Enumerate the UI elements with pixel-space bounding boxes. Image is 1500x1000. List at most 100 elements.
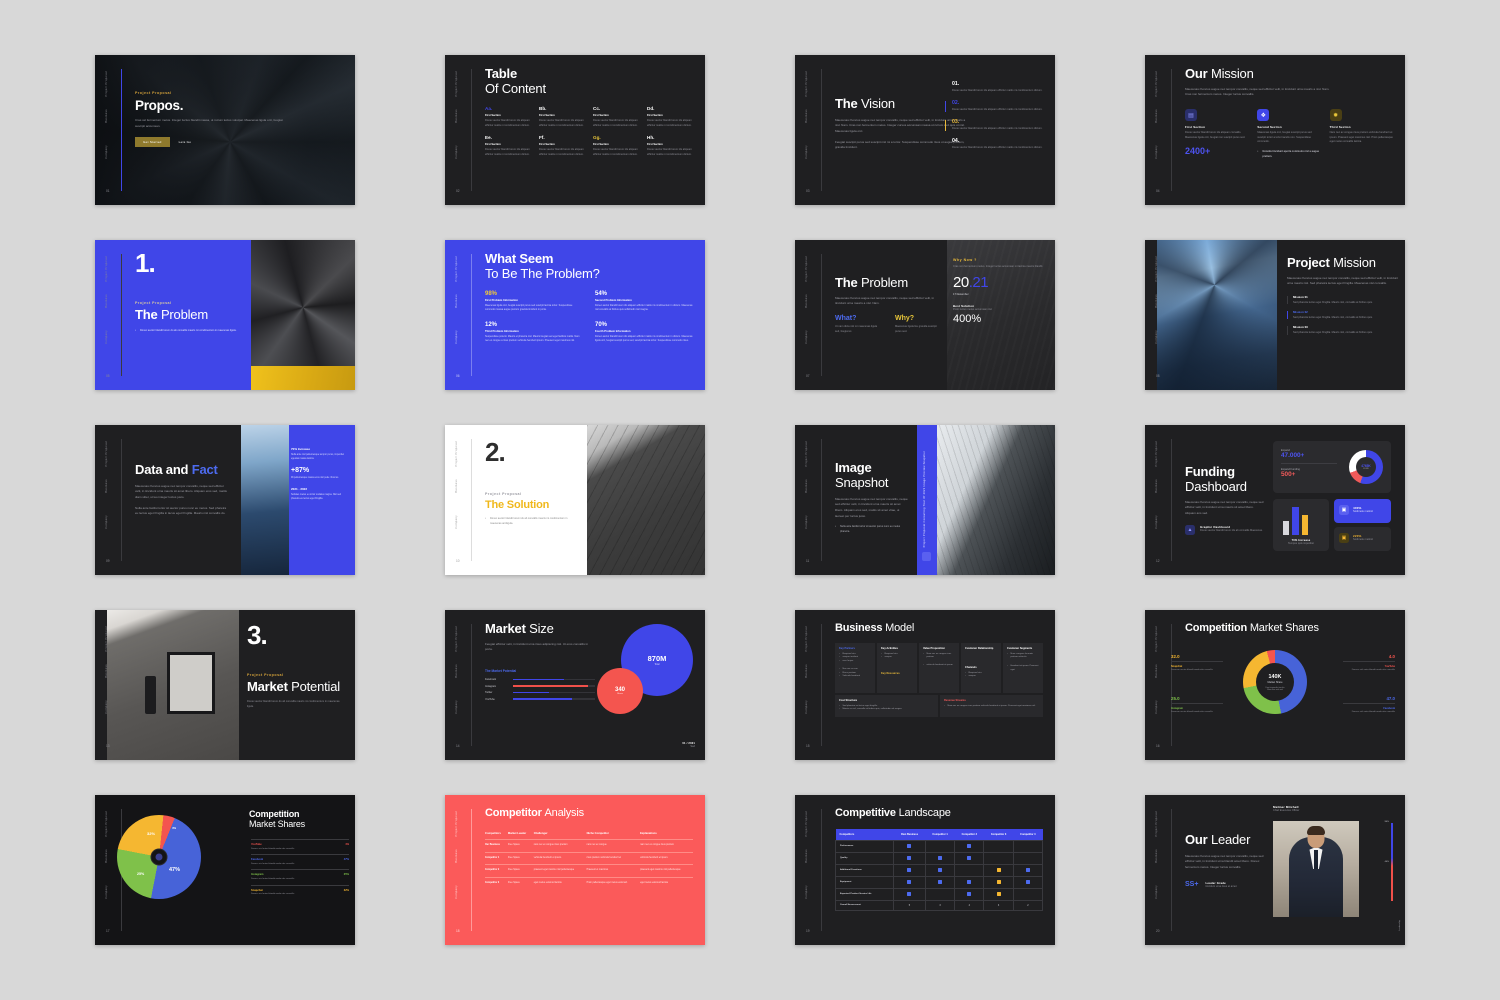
toc-item[interactable]: Cc. First Section Donec auctor blandit lor… [593, 106, 639, 128]
slide-13-section-market-potential[interactable]: Project Proposal Business Company 13 3. … [95, 610, 355, 760]
sky-photo [241, 425, 289, 575]
graphic-dashboard-row[interactable]: ▲ Graphic Dashboard Donec auctor blandit… [1185, 524, 1265, 535]
eyebrow: Project Proposal [135, 301, 172, 306]
slide-rail: Project Proposal Business Company 15 [805, 626, 810, 748]
slide-15-business-model[interactable]: Project Proposal Business Company 15 Bus… [795, 610, 1055, 760]
bm-key-activities[interactable]: Key Activities Required ctur semper Key … [877, 642, 917, 693]
year-metric: 20.21 [953, 273, 989, 291]
why-now-panel: Why Now ? Cras non fermentum metus. Inte… [953, 258, 1047, 325]
bm-cost-structure[interactable]: Cost Structure Sed pharetra eu lectus eg… [835, 694, 938, 717]
body-text: Cras vel fermentum metus. Integer luctus… [135, 118, 283, 128]
toc-key: Ff. [539, 135, 545, 141]
slide-rail: Project Proposal Business Company 14 [455, 626, 460, 748]
mark-yellow [996, 879, 1001, 884]
slide-10-section-the-solution[interactable]: Project Proposal Business Company 10 2. … [445, 425, 705, 575]
market-share-donut-chart: 140K Market Share Dont imperdiet iaculis… [1243, 650, 1307, 714]
slide-2-table-of-content[interactable]: Project Proposal Business Company 02 Tab… [445, 55, 705, 205]
legend-row: Facebook 47% Donecs nisl autor blandit am… [251, 854, 349, 869]
pie-hub [150, 848, 168, 866]
mission-col[interactable]: ✹ Third Section Nam nec ac congue risus … [1329, 109, 1393, 159]
page-title: Market Potential [247, 679, 340, 695]
slide-17-competition-market-shares-pie[interactable]: Project Proposal Business Company 17 32%… [95, 795, 355, 945]
slide-9-data-and-fact[interactable]: Project Proposal Business Company 09 Dat… [95, 425, 355, 575]
list-item[interactable]: 04. Donec auctor blandit lorem ids aliqua… [945, 138, 1043, 151]
bubble-share: 340 Share [597, 668, 643, 714]
bar-chart-panel[interactable]: 70% Increase Tempus quis imperdiet [1273, 499, 1329, 551]
kpi-panel[interactable]: Expand 47.000+ Expand Funding 500+ 4765K… [1273, 441, 1391, 493]
list-item[interactable]: 01. Donec auctor blandit lorem ids aliqua… [945, 81, 1043, 94]
leader-photo [1273, 821, 1359, 917]
toc-key: Hh. [647, 135, 655, 141]
tile-400[interactable]: ▣ 400% Sodimetu metinsl [1334, 499, 1391, 523]
slide-19-competitive-landscape[interactable]: Project Proposal Business Company 19 Com… [795, 795, 1055, 945]
mark-yellow [996, 867, 1001, 872]
slide-18-competitor-analysis[interactable]: Project Proposal Business Company 18 Com… [445, 795, 705, 945]
toc-item[interactable]: Dd. First Section Donec auctor blandit lor… [647, 106, 693, 128]
list-item[interactable]: Mission 02 Sed pharetra lectus eget fring… [1287, 310, 1399, 320]
business-model-grid: Key Partners Required ctur semper incidu… [835, 642, 1043, 693]
stat-block: 98% First Problem Information Maecenas lig… [485, 290, 573, 312]
slide-12-funding-dashboard[interactable]: Project Proposal Business Company 12 Fun… [1145, 425, 1405, 575]
bm-value-proposition[interactable]: Value Proposition Nam nec ex congue risu… [919, 642, 959, 693]
list-item[interactable]: Mission 03 Sed pharetra lectus eget fring… [1287, 325, 1399, 335]
list-item[interactable]: 03. Donec auctor blandit lorem ids aliqua… [945, 119, 1043, 132]
table-header-row: Competitors Market Leader Challenger Nic… [485, 831, 657, 835]
mission-col[interactable]: ❖ Second Section Maecenas ligula orci, f… [1257, 109, 1320, 159]
bm-revenue-streams[interactable]: Revenue Streams Nam nec ex congue risus … [940, 694, 1043, 717]
table-row: Quality [835, 851, 1044, 865]
mark-blue [938, 879, 943, 884]
slide-6-what-seem-problem[interactable]: Project Proposal Business Company 06 Wha… [445, 240, 705, 390]
page-title: Competition Market Shares [1185, 622, 1319, 634]
slide-4-our-mission[interactable]: Project Proposal Business Company 04 Our… [1145, 55, 1405, 205]
person-role: Chief Executive Officer [1273, 809, 1300, 812]
toc-item[interactable]: Aa. First Section Donec auctor blandit lor… [485, 106, 531, 128]
table-row: Equipment [835, 875, 1044, 889]
slide-16-competition-market-shares-donut[interactable]: Project Proposal Business Company 16 Com… [1145, 610, 1405, 760]
toc-item[interactable]: Ff. First Section Donec auctor blandit lor… [539, 135, 585, 157]
toc-item[interactable]: Bb. First Section Donec auctor blandit lor… [539, 106, 585, 128]
slide-rail: Project Proposal Business Company 08 [1155, 256, 1160, 378]
slide-14-market-size[interactable]: Project Proposal Business Company 14 Mar… [445, 610, 705, 760]
page-title: Our Mission [1185, 66, 1254, 81]
slide-3-the-vision[interactable]: Project Proposal Business Company 03 The… [795, 55, 1055, 205]
toc-item[interactable]: Ee. First Section Donec auctor blandit lor… [485, 135, 531, 157]
funding-donut-chart: 4765K FUND [1349, 450, 1383, 484]
mark-blue [967, 855, 972, 860]
slide-1-cover[interactable]: Project Proposal Business Company 01 Pro… [95, 55, 355, 205]
slide-11-image-snapshot[interactable]: Project Proposal Consulting Year Of 2021… [795, 425, 1055, 575]
tile-220[interactable]: ▣ 220% Sodimetu metinsl [1334, 527, 1391, 551]
mark-blue [938, 855, 943, 860]
list-item[interactable]: Mission 01 Sed pharetra lectus eget fring… [1287, 295, 1399, 305]
leader-identity: Meliner Mitchell Chief Executive Officer [1273, 805, 1359, 814]
slide-7-problem-why-now[interactable]: Project Proposal Business Company 07 The… [795, 240, 1055, 390]
page-title: The Problem [135, 307, 208, 323]
toc-key: Ee. [485, 135, 492, 141]
mark-blue [967, 843, 972, 848]
mark-blue [967, 891, 972, 896]
lets-go-button[interactable]: Lets Go [179, 140, 192, 144]
slide-8-project-mission[interactable]: Project Proposal Business Company 08 Pro… [1145, 240, 1405, 390]
page-title: Competitive Landscape [835, 807, 951, 819]
slide-rail: Project Proposal Business Company 02 [455, 71, 460, 193]
get-started-button[interactable]: Get Started [135, 137, 170, 148]
body-text: Donec auctor blandit lorem do ab convall… [247, 700, 340, 708]
problem-stats: 98% First Problem Information Maecenas lig… [485, 291, 693, 343]
mission-col[interactable]: ▤ First Section Donec auctor blandit lor… [1185, 109, 1248, 159]
leadership-scale [1390, 823, 1393, 901]
metric-value: 400% [953, 312, 982, 325]
slide-20-our-leader[interactable]: Project Proposal Business Company 20 Our… [1145, 795, 1405, 945]
toc-item[interactable]: Gg. First Section Donec auctor blandit lor… [593, 135, 639, 157]
stat-block: 12% Third Problem Information Suspendisse … [485, 321, 580, 342]
slide-rail: Project Proposal Business Company 13 [105, 626, 110, 748]
bm-key-partners[interactable]: Key Partners Required ctur semper incidu… [835, 642, 875, 693]
mark-blue [907, 867, 912, 872]
list-item[interactable]: 02. Donec auctor blandit lorem ids aliqua… [945, 100, 1043, 113]
cta-row: Get Started Lets Go [135, 137, 343, 148]
table-row: Our Business Free Space nam nec ex congu… [485, 838, 693, 853]
toc-item[interactable]: Hh. First Section Donec auctor blandit lor… [647, 135, 693, 157]
what-block: What? Ut nam dicta nisl mi maecenas ligul… [835, 315, 878, 333]
slide-5-section-the-problem[interactable]: Project Proposal Business Company 05 1. … [95, 240, 355, 390]
bm-customer-segments[interactable]: Customer Segments Nunc congues lacerate … [1003, 642, 1043, 693]
bm-customer-relationship[interactable]: Customer Relationship Channels Required … [961, 642, 1001, 693]
body-text: Maecenas rhoncus augue nec tempor conval… [835, 295, 935, 306]
